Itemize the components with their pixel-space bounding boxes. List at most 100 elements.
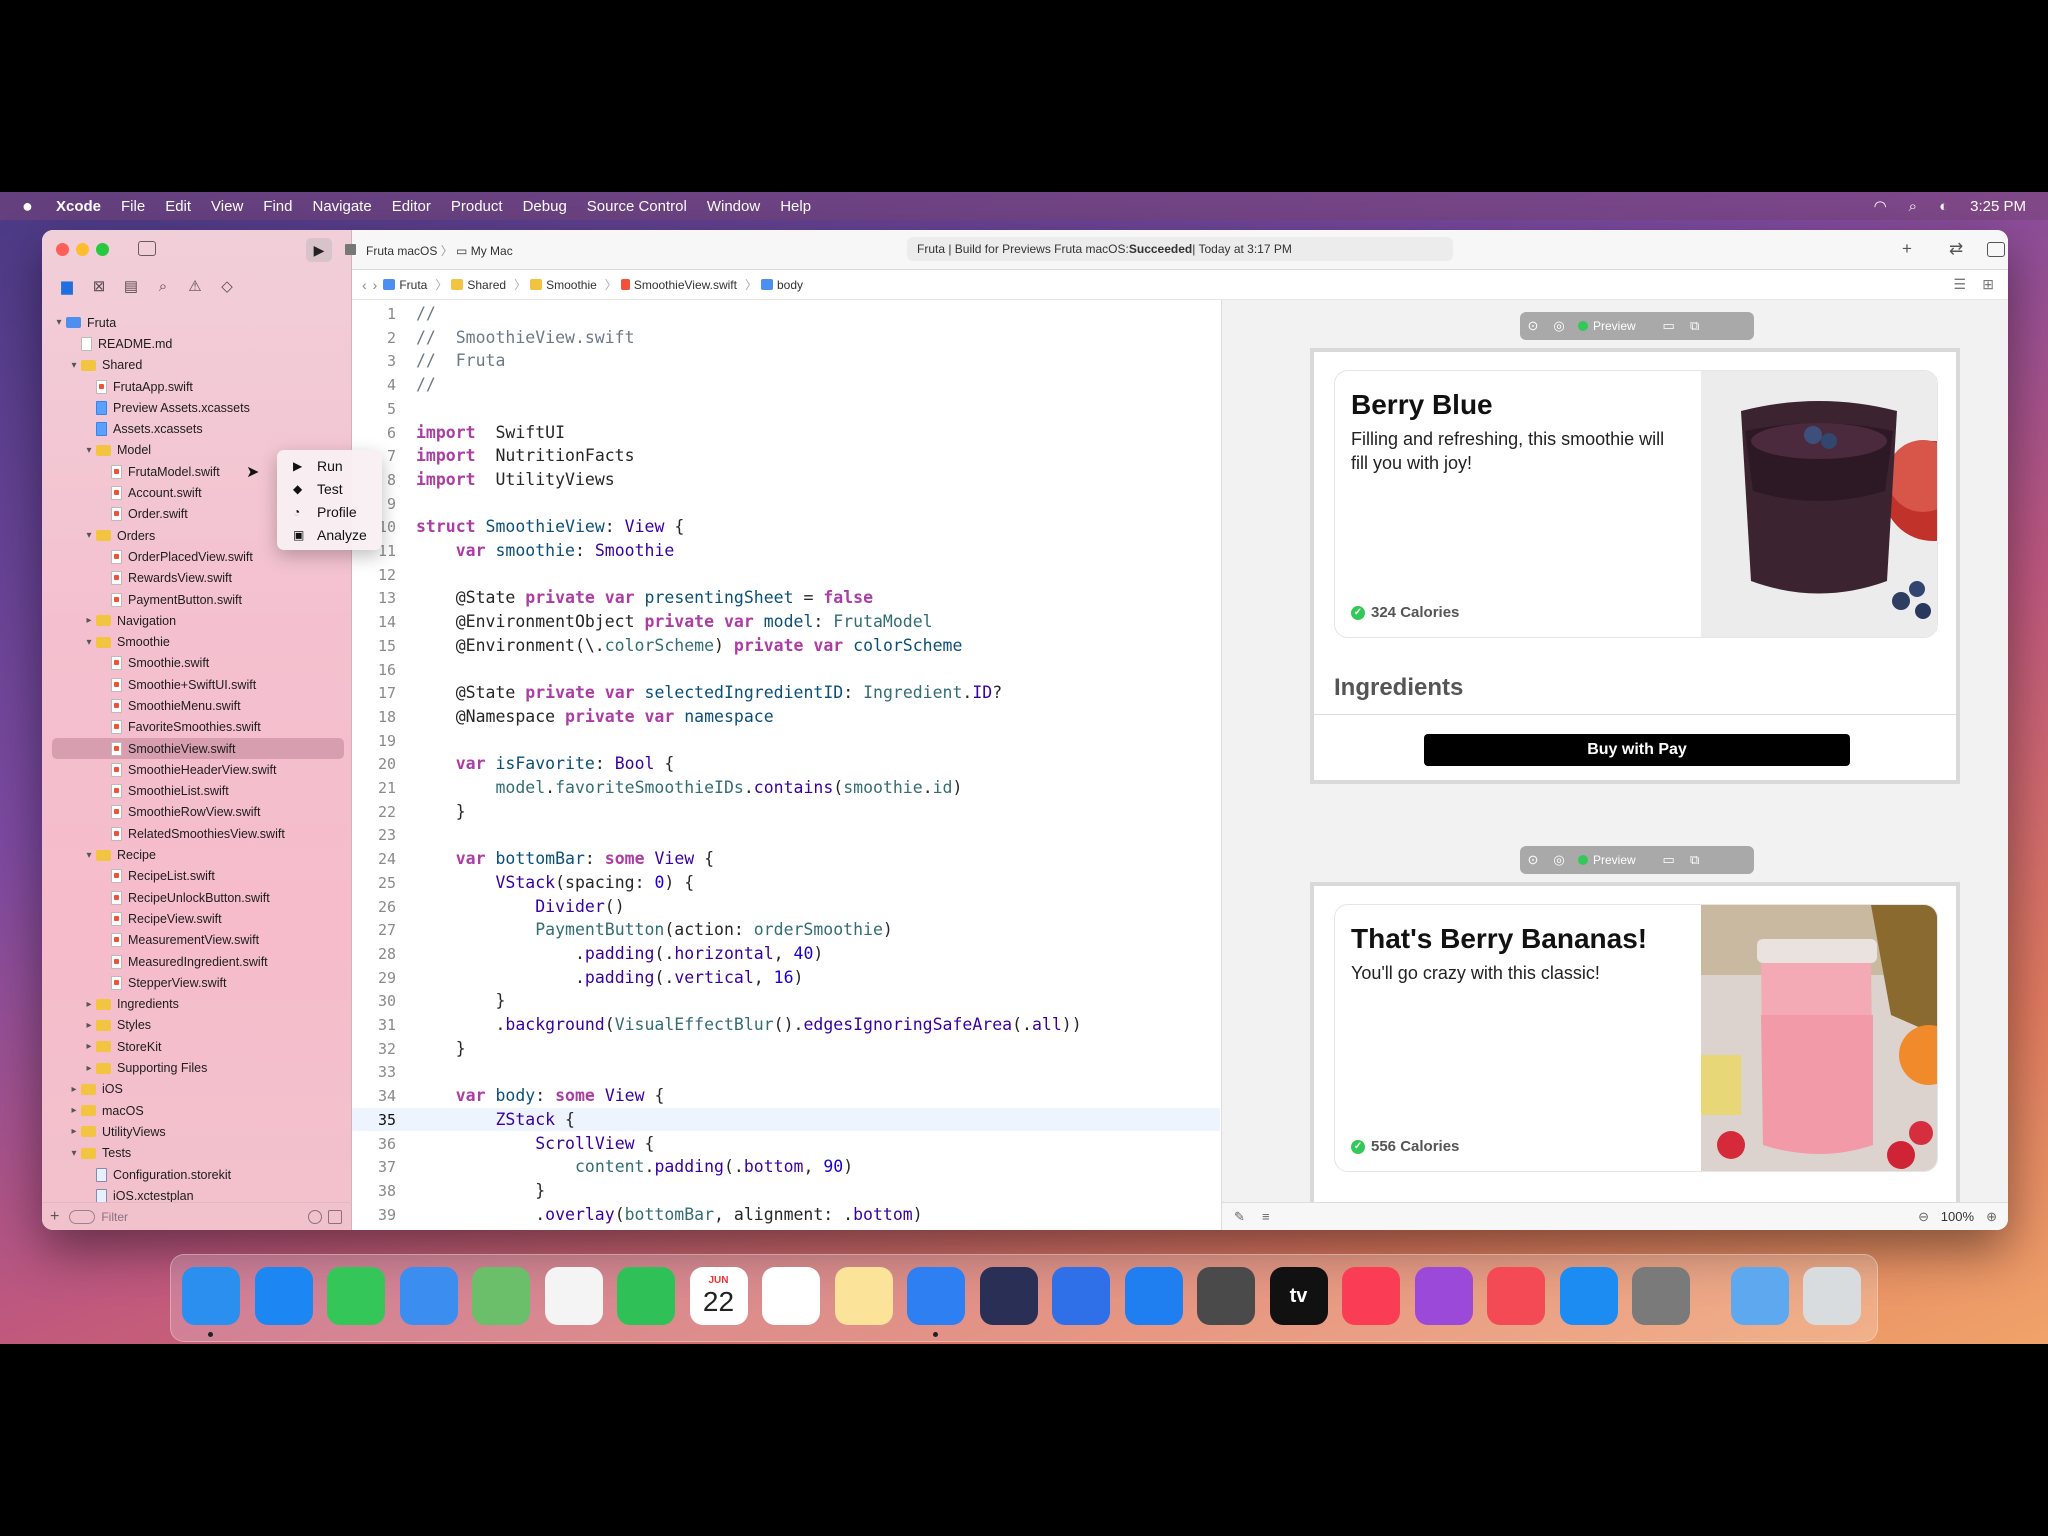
navigator-group-row[interactable]: ▸ macOS	[52, 1100, 344, 1121]
code-line[interactable]: 7 import NutritionFacts	[352, 444, 1220, 468]
code-line[interactable]: 15 @Environment(\.colorScheme) private v…	[352, 634, 1220, 658]
menu-item-profile[interactable]: ◔ Profile	[277, 500, 382, 523]
code-line[interactable]: 40	[352, 1226, 1220, 1230]
menu-find[interactable]: Find	[263, 198, 292, 215]
trash-icon[interactable]	[1803, 1267, 1861, 1325]
navigator-file-row[interactable]: SmoothieView.swift	[52, 737, 344, 760]
code-line[interactable]: 20 var isFavorite: Bool {	[352, 752, 1220, 776]
code-line[interactable]: 5	[352, 397, 1220, 421]
system-preferences-icon[interactable]	[1632, 1267, 1690, 1325]
reminders-icon[interactable]	[762, 1267, 820, 1325]
sidebar-toggle-icon[interactable]	[138, 241, 156, 256]
accessibility-inspector-icon[interactable]	[1124, 1267, 1183, 1325]
code-line[interactable]: 37 content.padding(.bottom, 90)	[352, 1155, 1220, 1179]
apple-tv-icon[interactable]: tv	[1269, 1267, 1328, 1325]
disclosure-open-icon[interactable]: ▾	[82, 850, 96, 861]
apple-menu-icon[interactable]: ●	[22, 197, 40, 215]
live-preview-icon[interactable]: ⊙	[1520, 318, 1546, 334]
app-store-icon[interactable]	[1559, 1267, 1618, 1325]
code-line[interactable]: 29 .padding(.vertical, 16)	[352, 966, 1220, 990]
code-line[interactable]: 9	[352, 492, 1220, 516]
menu-debug[interactable]: Debug	[523, 198, 567, 215]
code-line[interactable]: 36 ScrollView {	[352, 1132, 1220, 1156]
code-line[interactable]: 10 struct SmoothieView: View {	[352, 515, 1220, 539]
navigator-file-row[interactable]: StepperView.swift	[52, 972, 344, 993]
menu-item-test[interactable]: ◆ Test	[277, 477, 382, 500]
navigator-file-row[interactable]: Smoothie.swift	[52, 653, 344, 674]
navigator-file-row[interactable]: FrutaApp.swift	[52, 376, 344, 397]
navigator-group-row[interactable]: ▸ Supporting Files	[52, 1057, 344, 1078]
code-line[interactable]: 3 // Fruta	[352, 349, 1220, 373]
run-button[interactable]: ▶	[306, 238, 332, 262]
navigator-file-row[interactable]: Smoothie+SwiftUI.swift	[52, 674, 344, 695]
navigator-file-row[interactable]: Preview Assets.xcassets	[52, 397, 344, 418]
downloads-icon[interactable]	[1730, 1267, 1789, 1325]
code-line[interactable]: 12	[352, 563, 1220, 587]
navigator-group-row[interactable]: ▾ Shared	[52, 355, 344, 376]
code-line[interactable]: 4 //	[352, 373, 1220, 397]
navigator-group-row[interactable]: ▸ UtilityViews	[52, 1121, 344, 1142]
navigator-file-row[interactable]: SmoothieMenu.swift	[52, 695, 344, 716]
filter-input[interactable]: Filter	[101, 1210, 128, 1224]
pin-icon[interactable]: ✎	[1234, 1209, 1245, 1225]
zoom-level[interactable]: 100%	[1941, 1209, 1974, 1224]
code-line[interactable]: 34 var body: some View {	[352, 1084, 1220, 1108]
code-line[interactable]: 17 @State private var selectedIngredient…	[352, 681, 1220, 705]
code-line[interactable]: 38 }	[352, 1179, 1220, 1203]
code-line[interactable]: 28 .padding(.horizontal, 40)	[352, 942, 1220, 966]
instruments-icon[interactable]	[979, 1267, 1038, 1325]
disclosure-closed-icon[interactable]: ▸	[67, 1126, 81, 1137]
control-center-icon[interactable]: ◐	[1939, 198, 1948, 215]
simulator-icon[interactable]	[1052, 1267, 1110, 1325]
menu-item-run[interactable]: ▶ Run	[277, 454, 382, 477]
navigator-file-row[interactable]: Assets.xcassets	[52, 418, 344, 439]
navigator-file-row[interactable]: RecipeUnlockButton.swift	[52, 887, 344, 908]
preview-on-device-icon[interactable]: ▭	[1656, 852, 1682, 868]
navigator-file-row[interactable]: SmoothieList.swift	[52, 781, 344, 802]
disclosure-closed-icon[interactable]: ▸	[82, 615, 96, 626]
close-window-button[interactable]	[56, 243, 69, 256]
code-line[interactable]: 30 }	[352, 989, 1220, 1013]
code-line[interactable]: 14 @EnvironmentObject private var model:…	[352, 610, 1220, 634]
zoom-in-icon[interactable]: ⊕	[1986, 1209, 1997, 1225]
crumb-shared[interactable]: Shared	[451, 278, 506, 292]
navigator-file-row[interactable]: PaymentButton.swift	[52, 589, 344, 610]
menu-window[interactable]: Window	[707, 198, 760, 215]
code-line[interactable]: 39 .overlay(bottomBar, alignment: .botto…	[352, 1203, 1220, 1227]
reality-composer-icon[interactable]	[1197, 1267, 1255, 1325]
code-line[interactable]: 11 var smoothie: Smoothie	[352, 539, 1220, 563]
mail-icon[interactable]	[399, 1267, 458, 1325]
menu-product[interactable]: Product	[451, 198, 503, 215]
spotlight-icon[interactable]: ⌕	[1909, 198, 1917, 215]
crumb-project[interactable]: Fruta	[383, 278, 427, 292]
disclosure-open-icon[interactable]: ▾	[82, 530, 96, 541]
notes-icon[interactable]	[834, 1267, 893, 1325]
crumb-smoothie[interactable]: Smoothie	[530, 278, 597, 292]
menu-view[interactable]: View	[211, 198, 243, 215]
code-line[interactable]: 26 Divider()	[352, 895, 1220, 919]
wifi-icon[interactable]: ◠	[1874, 197, 1887, 215]
code-review-icon[interactable]: ⇄	[1949, 239, 1963, 259]
navigator-group-row[interactable]: ▾ Smoothie	[52, 631, 344, 652]
facetime-icon[interactable]	[617, 1267, 675, 1325]
navigator-group-row[interactable]: ▸ StoreKit	[52, 1036, 344, 1057]
crumb-symbol[interactable]: body	[761, 278, 803, 292]
stop-button[interactable]	[345, 244, 356, 255]
code-line[interactable]: 23	[352, 823, 1220, 847]
code-line[interactable]: 6 import SwiftUI	[352, 421, 1220, 445]
source-control-navigator-icon[interactable]: ⊠	[88, 275, 110, 297]
library-plus-icon[interactable]: +	[1902, 239, 1912, 259]
duplicate-preview-icon[interactable]: ⧉	[1682, 318, 1708, 334]
source-control-filter-icon[interactable]	[328, 1210, 342, 1224]
photos-icon[interactable]	[544, 1267, 603, 1325]
navigator-file-row[interactable]: SmoothieHeaderView.swift	[52, 759, 344, 780]
disclosure-open-icon[interactable]: ▾	[52, 317, 66, 328]
crumb-file[interactable]: SmoothieView.swift	[620, 278, 737, 292]
navigator-file-row[interactable]: RewardsView.swift	[52, 568, 344, 589]
code-line[interactable]: 35 ZStack {	[352, 1107, 1220, 1132]
test-navigator-icon[interactable]: ◇	[216, 275, 238, 297]
navigator-file-row[interactable]: Configuration.storekit	[52, 1164, 344, 1185]
disclosure-open-icon[interactable]: ▾	[82, 445, 96, 456]
menu-help[interactable]: Help	[780, 198, 811, 215]
code-line[interactable]: 2 // SmoothieView.swift	[352, 326, 1220, 350]
